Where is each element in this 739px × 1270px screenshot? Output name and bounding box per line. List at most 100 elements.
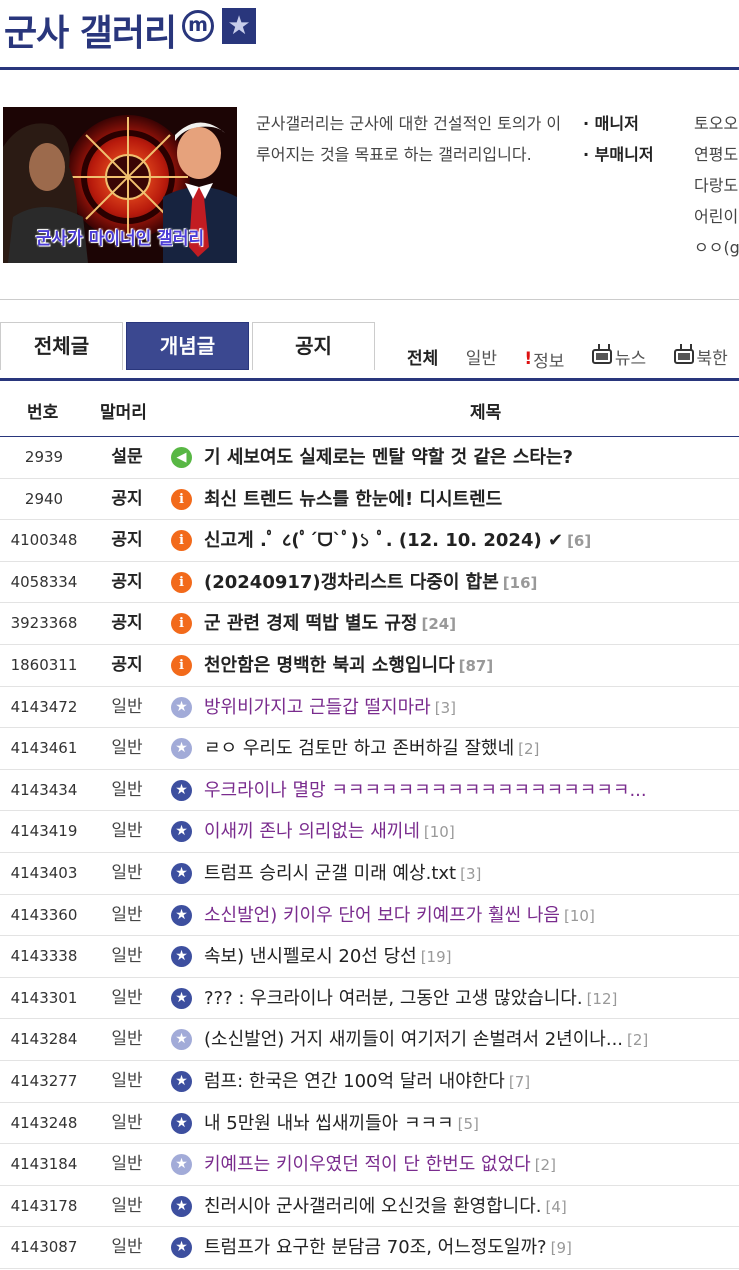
post-title-link[interactable]: 키예프는 키이우였던 적이 단 한번도 없었다 [2] (204, 1144, 556, 1186)
tab-recommended-posts[interactable]: 개념글 (126, 322, 249, 370)
post-title-link[interactable]: 천안함은 명백한 북괴 소행입니다 [87] (204, 645, 493, 687)
table-row[interactable]: 3923368 공지 i 군 관련 경제 떡밥 별도 규정 [24] (0, 603, 739, 645)
category-north-korea[interactable]: 북한 (673, 344, 728, 369)
table-row[interactable]: 4143248 일반 ★ 내 5만원 내놔 씹새끼들아 ㅋㅋㅋ [5] (0, 1103, 739, 1145)
reply-count[interactable]: [3] (435, 699, 456, 717)
table-row[interactable]: 4143178 일반 ★ 친러시아 군사갤러리에 오신것을 환영합니다. [4] (0, 1186, 739, 1228)
star-light-icon: ★ (171, 738, 192, 760)
reply-count[interactable]: [2] (518, 740, 539, 758)
reply-count[interactable]: [16] (503, 574, 538, 592)
category-all[interactable]: 전체 (407, 344, 438, 369)
info-icon: i (171, 488, 192, 510)
post-title-link[interactable]: 친러시아 군사갤러리에 오신것을 환영합니다. [4] (204, 1186, 567, 1228)
post-head: 일반 (111, 862, 143, 883)
post-number: 4143277 (10, 1071, 78, 1090)
category-label: 뉴스 (614, 349, 647, 369)
post-number: 4143301 (10, 988, 78, 1007)
table-row[interactable]: 4143284 일반 ★ (소신발언) 거지 새끼들이 여기저기 손벌려서 2년이나.… (0, 1019, 739, 1061)
favorite-star-icon[interactable]: ★ (222, 8, 256, 44)
board-tabs: 전체글 개념글 공지 전체 일반 ! 정보 뉴스 북한 (0, 322, 739, 380)
gallery-info: 군사가 마이너인 갤러리 군사갤러리는 군사에 대한 건설적인 토의가 이루어지… (0, 72, 739, 300)
post-title-link[interactable]: ??? : 우크라이나 여러분, 그동안 고생 많았습니다. [12] (204, 978, 617, 1020)
table-row[interactable]: 4143419 일반 ★ 이새끼 존나 의리없는 새끼네 [10] (0, 811, 739, 853)
post-title: 군 관련 경제 떡밥 별도 규정 (204, 613, 418, 635)
table-row[interactable]: 4143277 일반 ★ 럼프: 한국은 연간 100억 달러 내야한다 [7] (0, 1061, 739, 1103)
reply-count[interactable]: [3] (460, 865, 481, 883)
manager-name[interactable]: 연평도 (694, 139, 739, 170)
reply-count[interactable]: [7] (509, 1073, 530, 1091)
category-label: 전체 (407, 349, 439, 369)
category-info[interactable]: ! 정보 (524, 347, 564, 372)
post-title-link[interactable]: 트럼프 승리시 군갤 미래 예상.txt [3] (204, 853, 481, 895)
table-row[interactable]: 2939 설문 ◀ 기 세보여도 실제로는 멘탈 약할 것 같은 스타는? (0, 437, 739, 479)
table-row[interactable]: 4058334 공지 i (20240917)갱차리스트 다중이 합본 [16] (0, 562, 739, 604)
post-title: 키예프는 키이우였던 적이 단 한번도 없었다 (204, 1154, 531, 1176)
reply-count[interactable]: [12] (587, 990, 618, 1008)
post-title: 이새끼 존나 의리없는 새끼네 (204, 821, 420, 843)
reply-count[interactable]: [5] (458, 1115, 479, 1133)
reply-count[interactable]: [9] (551, 1239, 572, 1257)
post-title-link[interactable]: 트럼프가 요구한 분담금 70조, 어느정도일까? [9] (204, 1227, 572, 1269)
table-row[interactable]: 1860311 공지 i 천안함은 명백한 북괴 소행입니다 [87] (0, 645, 739, 687)
reply-count[interactable]: [6] (567, 532, 591, 550)
post-title-link[interactable]: 소신발언) 키이우 단어 보다 키예프가 훨씬 나음 [10] (204, 895, 595, 937)
reply-count[interactable]: [87] (459, 657, 494, 675)
post-title-link[interactable]: 신고게 .ﾟ ८(ﾟ´ᗜ`ﾟ)১ ﾟ. (12. 10. 2024) ✔ [6] (204, 520, 591, 562)
post-title-link[interactable]: 럼프: 한국은 연간 100억 달러 내야한다 [7] (204, 1061, 530, 1103)
category-general[interactable]: 일반 (466, 344, 497, 369)
reply-count[interactable]: [2] (627, 1031, 648, 1049)
reply-count[interactable]: [19] (421, 948, 452, 966)
table-row[interactable]: 4100348 공지 i 신고게 .ﾟ ८(ﾟ´ᗜ`ﾟ)১ ﾟ. (12. 10. 2… (0, 520, 739, 562)
manager-name[interactable]: 토오오 (694, 108, 739, 139)
table-row[interactable]: 4143403 일반 ★ 트럼프 승리시 군갤 미래 예상.txt [3] (0, 853, 739, 895)
post-title: 트럼프 승리시 군갤 미래 예상.txt (204, 862, 457, 884)
star-light-icon: ★ (171, 696, 192, 718)
post-title-link[interactable]: 속보) 낸시펠로시 20선 당선 [19] (204, 936, 452, 978)
table-row[interactable]: 4143360 일반 ★ 소신발언) 키이우 단어 보다 키예프가 훨씬 나음 [10] (0, 895, 739, 937)
manager-name[interactable]: ㅇㅇ(g (694, 232, 739, 263)
table-row[interactable]: 4143461 일반 ★ ㄹㅇ 우리도 검토만 하고 존버하길 잘했네 [2] (0, 728, 739, 770)
table-row[interactable]: 4143338 일반 ★ 속보) 낸시펠로시 20선 당선 [19] (0, 936, 739, 978)
reply-count[interactable]: [24] (422, 615, 457, 633)
post-title: 기 세보여도 실제로는 멘탈 약할 것 같은 스타는? (204, 447, 573, 468)
post-title: 럼프: 한국은 연간 100억 달러 내야한다 (204, 1070, 505, 1092)
manager-label: 매니저 (583, 108, 654, 139)
reply-count[interactable]: [2] (535, 1156, 556, 1174)
tab-all-posts[interactable]: 전체글 (0, 322, 123, 370)
table-row[interactable]: 4143434 일반 ★ 우크라이나 멸망 ㅋㅋㅋㅋㅋㅋㅋㅋㅋㅋㅋㅋㅋㅋㅋㅋㅋㅋ... (0, 770, 739, 812)
post-title-link[interactable]: 내 5만원 내놔 씹새끼들아 ㅋㅋㅋ [5] (204, 1103, 479, 1145)
reply-count[interactable]: [10] (424, 823, 455, 841)
post-head: 일반 (111, 738, 143, 759)
post-number: 4143360 (10, 905, 78, 924)
category-news[interactable]: 뉴스 (591, 344, 647, 369)
gallery-title[interactable]: 군사 갤러리 (4, 4, 177, 56)
post-title-link[interactable]: 방위비가지고 근들갑 떨지마라 [3] (204, 687, 456, 729)
speaker-icon: ◀ (171, 447, 192, 468)
table-row[interactable]: 4143301 일반 ★ ??? : 우크라이나 여러분, 그동안 고생 많았습니다.… (0, 978, 739, 1020)
table-row[interactable]: 4143472 일반 ★ 방위비가지고 근들갑 떨지마라 [3] (0, 687, 739, 729)
manager-name[interactable]: 다랑도 (694, 170, 739, 201)
table-row[interactable]: 4143087 일반 ★ 트럼프가 요구한 분담금 70조, 어느정도일까? [9] (0, 1227, 739, 1269)
post-title: 최신 트렌드 뉴스를 한눈에! 디시트렌드 (204, 488, 503, 510)
post-title-link[interactable]: 우크라이나 멸망 ㅋㅋㅋㅋㅋㅋㅋㅋㅋㅋㅋㅋㅋㅋㅋㅋㅋㅋ... (204, 770, 651, 812)
post-head: 일반 (111, 1112, 143, 1133)
tab-notices[interactable]: 공지 (252, 322, 375, 370)
post-title-link[interactable]: 최신 트렌드 뉴스를 한눈에! 디시트렌드 (204, 479, 506, 521)
table-row[interactable]: 2940 공지 i 최신 트렌드 뉴스를 한눈에! 디시트렌드 (0, 479, 739, 521)
post-title-link[interactable]: 이새끼 존나 의리없는 새끼네 [10] (204, 811, 455, 853)
post-title-link[interactable]: (20240917)갱차리스트 다중이 합본 [16] (204, 562, 537, 604)
table-row[interactable]: 4143184 일반 ★ 키예프는 키이우였던 적이 단 한번도 없었다 [2] (0, 1144, 739, 1186)
column-title: 제목 (470, 403, 502, 423)
post-number: 2939 (24, 448, 64, 466)
post-title: 신고게 .ﾟ ८(ﾟ´ᗜ`ﾟ)১ ﾟ. (12. 10. 2024) ✔ (204, 530, 564, 552)
reply-count[interactable]: [4] (546, 1198, 567, 1216)
manager-name[interactable]: 어린이 (694, 201, 739, 232)
star-icon: ★ (171, 904, 192, 926)
post-title-link[interactable]: 군 관련 경제 떡밥 별도 규정 [24] (204, 603, 456, 645)
post-title-link[interactable]: 기 세보여도 실제로는 멘탈 약할 것 같은 스타는? (204, 437, 577, 479)
post-title-link[interactable]: ㄹㅇ 우리도 검토만 하고 존버하길 잘했네 [2] (204, 728, 539, 770)
reply-count[interactable]: [10] (564, 907, 595, 925)
post-title: (20240917)갱차리스트 다중이 합본 (204, 571, 499, 593)
post-title: ㄹㅇ 우리도 검토만 하고 존버하길 잘했네 (204, 738, 515, 760)
post-title-link[interactable]: (소신발언) 거지 새끼들이 여기저기 손벌려서 2년이나... [2] (204, 1019, 648, 1061)
